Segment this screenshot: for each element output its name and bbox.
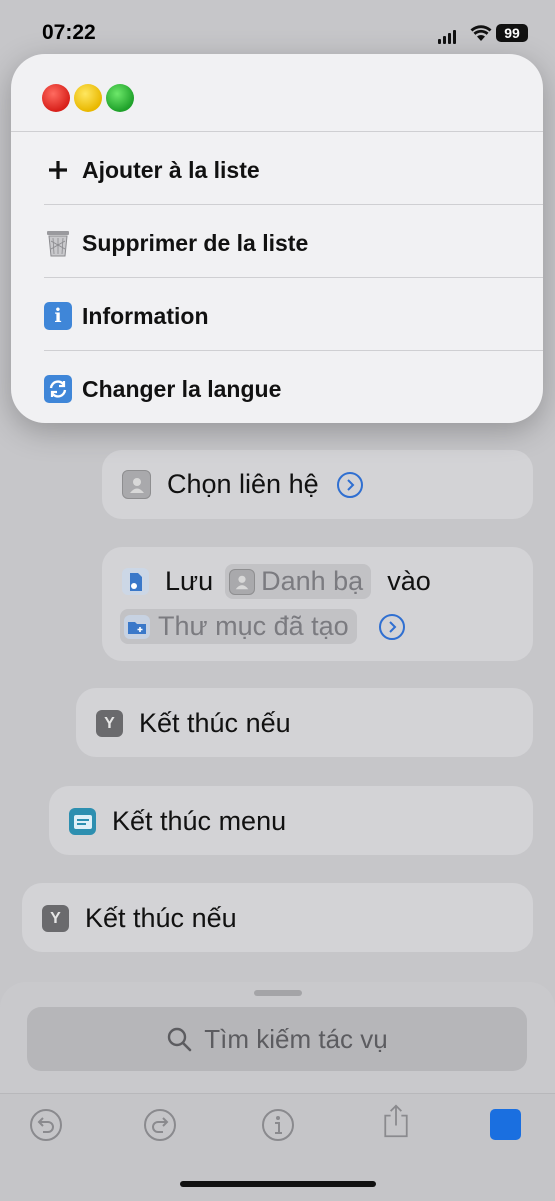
- status-bar: 07:22 99: [0, 0, 555, 60]
- menu-divider: [44, 350, 543, 351]
- folder-icon: [124, 614, 150, 639]
- end-menu-row: Kết thúc menu: [69, 806, 286, 837]
- folder-variable-token[interactable]: Thư mục đã tạo: [120, 609, 357, 644]
- end-if-outer-row: Y Kết thúc nếu: [42, 903, 237, 934]
- search-placeholder: Tìm kiếm tác vụ: [204, 1023, 388, 1054]
- menu-item-information[interactable]: i Information: [44, 280, 543, 352]
- search-field[interactable]: Tìm kiếm tác vụ: [27, 1007, 527, 1071]
- contacts-variable-token[interactable]: Danh bạ: [225, 564, 372, 599]
- redo-icon[interactable]: [143, 1108, 177, 1142]
- branch-icon: Y: [96, 710, 123, 737]
- red-circle-icon: [42, 84, 70, 112]
- folder-token-label: Thư mục đã tạo: [158, 611, 349, 641]
- choose-contact-row: Chọn liên hệ: [122, 469, 363, 500]
- wastebasket-icon: [44, 229, 72, 257]
- status-time: 07:22: [42, 21, 96, 44]
- menu-item-label: Supprimer de la liste: [82, 229, 309, 256]
- menu-list-icon: [69, 808, 96, 835]
- search-icon: [168, 1027, 192, 1052]
- undo-icon[interactable]: [29, 1108, 63, 1142]
- end-if-outer-label: Kết thúc nếu: [85, 903, 237, 933]
- menu-item-label: Information: [82, 302, 209, 329]
- save-row-1: Lưu Danh bạ vào: [122, 564, 431, 599]
- chevron-right-circle-icon[interactable]: [336, 471, 363, 498]
- contacts-token-label: Danh bạ: [261, 566, 364, 596]
- end-menu-label: Kết thúc menu: [112, 806, 287, 836]
- end-if-inner-label: Kết thúc nếu: [139, 708, 291, 738]
- sync-arrows-icon: [44, 375, 72, 403]
- menu-item-remove-from-list[interactable]: Supprimer de la liste: [44, 207, 543, 279]
- info-icon[interactable]: [261, 1108, 295, 1142]
- menu-divider: [44, 204, 543, 205]
- contacts-icon: [122, 470, 151, 499]
- contacts-icon: [229, 568, 256, 595]
- save-connector: vào: [387, 566, 431, 596]
- menu-divider: [44, 277, 543, 278]
- menu-item-add-to-list[interactable]: Ajouter à la liste: [44, 134, 543, 206]
- save-verb: Lưu: [165, 566, 214, 596]
- menu-item-change-language[interactable]: Changer la langue: [44, 353, 543, 425]
- wifi-icon: [470, 24, 492, 47]
- menu-item-label: Ajouter à la liste: [82, 156, 260, 183]
- sheet-grabber[interactable]: [254, 990, 302, 996]
- branch-icon: Y: [42, 905, 69, 932]
- information-icon: i: [44, 302, 72, 330]
- traffic-light-icon: [42, 84, 138, 112]
- share-icon[interactable]: [379, 1104, 413, 1138]
- battery-indicator: 99: [496, 24, 528, 42]
- home-indicator: [180, 1181, 376, 1187]
- menu-item-label: Changer la langue: [82, 375, 282, 402]
- save-file-icon: [122, 568, 149, 595]
- end-if-inner-row: Y Kết thúc nếu: [96, 708, 291, 739]
- menu-divider: [11, 131, 543, 132]
- green-circle-icon: [106, 84, 134, 112]
- stop-button[interactable]: [490, 1109, 521, 1140]
- chevron-right-circle-icon[interactable]: [378, 613, 405, 640]
- yellow-circle-icon: [74, 84, 102, 112]
- cellular-signal-icon: [438, 26, 458, 44]
- plus-icon: [44, 156, 72, 184]
- save-row-2: Thư mục đã tạo: [120, 609, 405, 644]
- choose-contact-label: Chọn liên hệ: [167, 469, 319, 499]
